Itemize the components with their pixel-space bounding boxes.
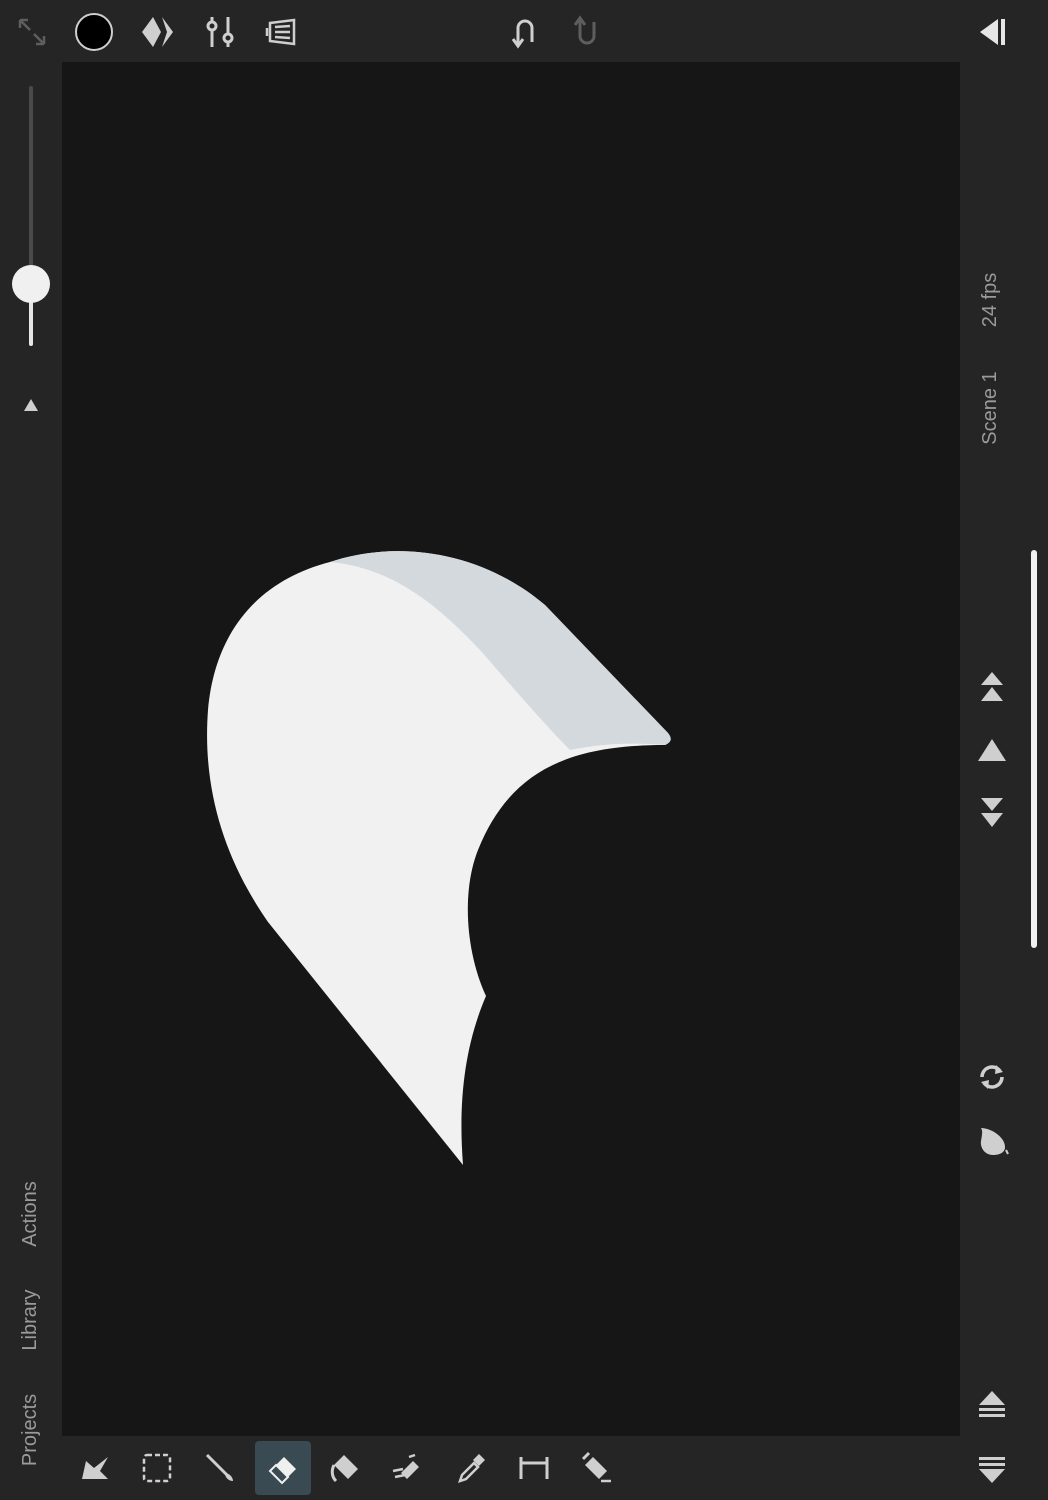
layers-diamond-icon[interactable] xyxy=(136,10,180,54)
timeline-scrollbar[interactable] xyxy=(1031,550,1037,948)
move-up-icon[interactable] xyxy=(970,1382,1014,1426)
next-frame-icon[interactable] xyxy=(970,791,1014,835)
eraser-icon[interactable] xyxy=(261,1446,305,1490)
smudge-icon[interactable] xyxy=(386,1446,430,1490)
ruler-icon[interactable] xyxy=(512,1446,556,1490)
slider-expand-icon[interactable] xyxy=(20,394,42,416)
marquee-select-icon[interactable] xyxy=(135,1446,179,1490)
onion-skin-icon[interactable] xyxy=(970,1118,1014,1162)
bottom-toolbar xyxy=(62,1436,960,1500)
scene-label[interactable]: Scene 1 xyxy=(979,358,1003,458)
add-frame-above-icon[interactable] xyxy=(970,665,1014,709)
brush-icon[interactable] xyxy=(198,1446,242,1490)
tab-projects[interactable]: Projects xyxy=(19,1380,43,1480)
color-swatch-icon[interactable] xyxy=(72,10,116,54)
loop-icon[interactable] xyxy=(970,1055,1014,1099)
reference-icon[interactable] xyxy=(260,10,304,54)
move-down-icon[interactable] xyxy=(970,1448,1014,1492)
adjust-sliders-icon[interactable] xyxy=(198,10,242,54)
fill-bucket-icon[interactable] xyxy=(323,1446,367,1490)
top-toolbar xyxy=(0,0,1048,62)
drawing-canvas[interactable] xyxy=(62,62,960,1436)
redo-icon[interactable] xyxy=(564,10,608,54)
drawn-shape xyxy=(207,551,671,1165)
tab-library[interactable]: Library xyxy=(19,1270,43,1370)
fps-label[interactable]: 24 fps xyxy=(979,250,1003,350)
select-arrow-icon[interactable] xyxy=(73,1446,117,1490)
previous-frame-icon[interactable] xyxy=(970,728,1014,772)
collapse-panel-icon[interactable] xyxy=(970,10,1014,54)
fullscreen-icon[interactable] xyxy=(12,12,52,52)
undo-icon[interactable] xyxy=(502,10,546,54)
brush-size-slider-thumb[interactable] xyxy=(12,265,50,303)
eyedropper-icon[interactable] xyxy=(449,1446,493,1490)
pen-icon[interactable] xyxy=(574,1446,618,1490)
tab-actions[interactable]: Actions xyxy=(19,1164,43,1264)
